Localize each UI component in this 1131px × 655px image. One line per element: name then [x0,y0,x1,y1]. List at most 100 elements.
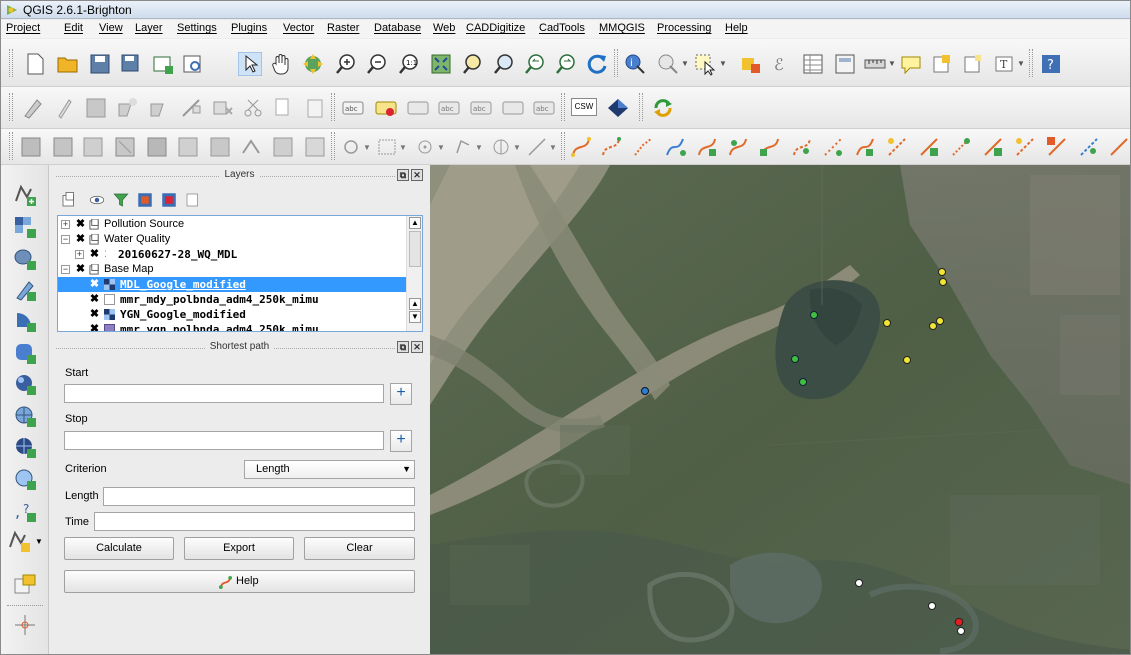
add-circle-icon[interactable] [489,135,513,159]
add-delimited-text-layer-icon[interactable]: ,? [13,499,37,523]
add-oracle-layer-icon[interactable] [13,341,37,365]
network-tool-3-icon[interactable] [631,135,655,159]
menu-view[interactable]: View [99,22,123,34]
dropdown-arrow-icon[interactable]: ▼ [549,143,557,152]
current-edits-icon[interactable] [21,96,45,120]
close-panel-icon[interactable]: ✕ [411,341,423,353]
reload-plugin-icon[interactable] [651,96,675,120]
layer-visibility-checkbox[interactable]: ✖ [75,264,86,275]
whats-this-help-icon[interactable]: ? [1039,52,1063,76]
water-quality-point[interactable] [799,378,807,386]
toolbar-grip[interactable] [9,93,13,121]
dropdown-arrow-icon[interactable]: ▼ [513,143,521,152]
add-wms-layer-icon[interactable] [13,404,37,428]
zoom-in-icon[interactable] [334,52,358,76]
dropdown-arrow-icon[interactable]: ▼ [475,143,483,152]
menu-caddigitize[interactable]: CADDigitize [466,22,525,34]
show-bookmarks-icon[interactable] [961,52,985,76]
copy-features-icon[interactable] [271,96,295,120]
add-line-icon[interactable] [525,135,549,159]
menu-settings[interactable]: Settings [177,22,217,34]
offset-curve-icon[interactable] [208,135,232,159]
scroll-down-icon[interactable]: ▼ [409,311,421,323]
add-ring-icon[interactable] [19,135,43,159]
label-properties-icon[interactable]: abc [532,96,556,120]
sample-point-blue[interactable] [641,387,649,395]
scroll-thumb[interactable] [409,231,421,267]
network-tool-9-icon[interactable] [821,135,845,159]
collapse-all-icon[interactable] [160,191,178,209]
menu-plugins[interactable]: Plugins [231,22,267,34]
layer-item-mdl-google-modified[interactable]: ✖ MDL_Google_modified [58,277,406,292]
open-project-icon[interactable] [56,52,80,76]
measure-icon[interactable] [863,52,887,76]
network-tool-11-icon[interactable] [885,135,909,159]
select-features-icon[interactable] [693,52,717,76]
pollution-source-point[interactable] [936,317,944,325]
deselect-icon[interactable] [739,52,763,76]
layer-labeling-options-icon[interactable]: abc [341,96,365,120]
network-tool-14-icon[interactable] [981,135,1005,159]
network-tool-13-icon[interactable] [949,135,973,159]
dropdown-arrow-icon[interactable]: ▼ [399,143,407,152]
save-project-icon[interactable] [88,52,112,76]
menu-cadtools[interactable]: CadTools [539,22,585,34]
pan-cursor-icon[interactable] [238,52,262,76]
merge-attributes-icon[interactable] [303,135,327,159]
clear-button[interactable]: Clear [304,537,415,560]
criterion-select[interactable]: Length ▼ [244,460,415,479]
layer-tree-scrollbar[interactable]: ▲ ▲ ▼ [406,216,422,331]
composer-manager-icon[interactable] [181,52,205,76]
toolbar-grip[interactable] [561,93,565,121]
pollution-source-point[interactable] [903,356,911,364]
toolbar-grip[interactable] [614,49,618,77]
menu-edit[interactable]: Edit [64,22,83,34]
sample-point-white[interactable] [855,579,863,587]
toolbar-grip[interactable] [9,132,13,160]
network-tool-8-icon[interactable] [790,135,814,159]
toggle-editing-icon[interactable] [53,96,77,120]
float-panel-icon[interactable]: ⧉ [397,169,409,181]
scroll-up-icon[interactable]: ▲ [409,298,421,310]
metasearch-icon[interactable] [606,96,630,120]
menu-project[interactable]: Project [6,22,40,34]
network-tool-12-icon[interactable] [917,135,941,159]
network-tool-4-icon[interactable] [663,135,687,159]
capture-stop-point-button[interactable]: + [390,430,412,452]
sample-point-white[interactable] [928,602,936,610]
menu-processing[interactable]: Processing [657,22,711,34]
layer-item-mmr-mdy-polbnda[interactable]: ✖ mmr_mdy_polbnda_adm4_250k_mimu [58,292,406,307]
label-rotate-icon[interactable]: abc [469,96,493,120]
water-quality-point[interactable] [810,311,818,319]
dropdown-arrow-icon[interactable]: ▼ [1017,59,1025,68]
move-feature-icon[interactable] [147,96,171,120]
collapse-icon[interactable]: − [61,235,70,244]
text-annotation-icon[interactable]: T [993,52,1017,76]
dropdown-arrow-icon[interactable]: ▼ [363,143,371,152]
pan-hand-icon[interactable] [269,52,293,76]
float-panel-icon[interactable]: ⧉ [397,341,409,353]
pan-to-selection-icon[interactable] [301,52,325,76]
layer-group-pollution-source[interactable]: + ✖ Pollution Source [58,217,406,232]
field-calculator-icon[interactable] [833,52,857,76]
network-tool-5-icon[interactable] [695,135,719,159]
toolbar-grip[interactable] [639,93,643,121]
add-spatialite-layer-icon[interactable] [13,278,37,302]
capture-start-point-button[interactable]: + [390,383,412,405]
new-project-icon[interactable] [23,52,47,76]
merge-features-icon[interactable] [271,135,295,159]
pollution-source-point[interactable] [929,322,937,330]
network-tool-18-icon[interactable] [1107,135,1131,159]
layer-group-water-quality[interactable]: − ✖ Water Quality [58,232,406,247]
save-as-icon[interactable] [119,52,143,76]
scroll-up-icon[interactable]: ▲ [409,217,421,229]
add-wfs-layer-icon[interactable] [13,467,37,491]
pollution-source-point[interactable] [938,268,946,276]
menu-raster[interactable]: Raster [327,22,359,34]
label-change-icon[interactable] [501,96,525,120]
pollution-source-point[interactable] [939,278,947,286]
add-wcs-layer-icon[interactable] [13,435,37,459]
length-field[interactable] [103,487,415,506]
filter-legend-icon[interactable] [112,191,130,209]
menu-web[interactable]: Web [433,22,455,34]
